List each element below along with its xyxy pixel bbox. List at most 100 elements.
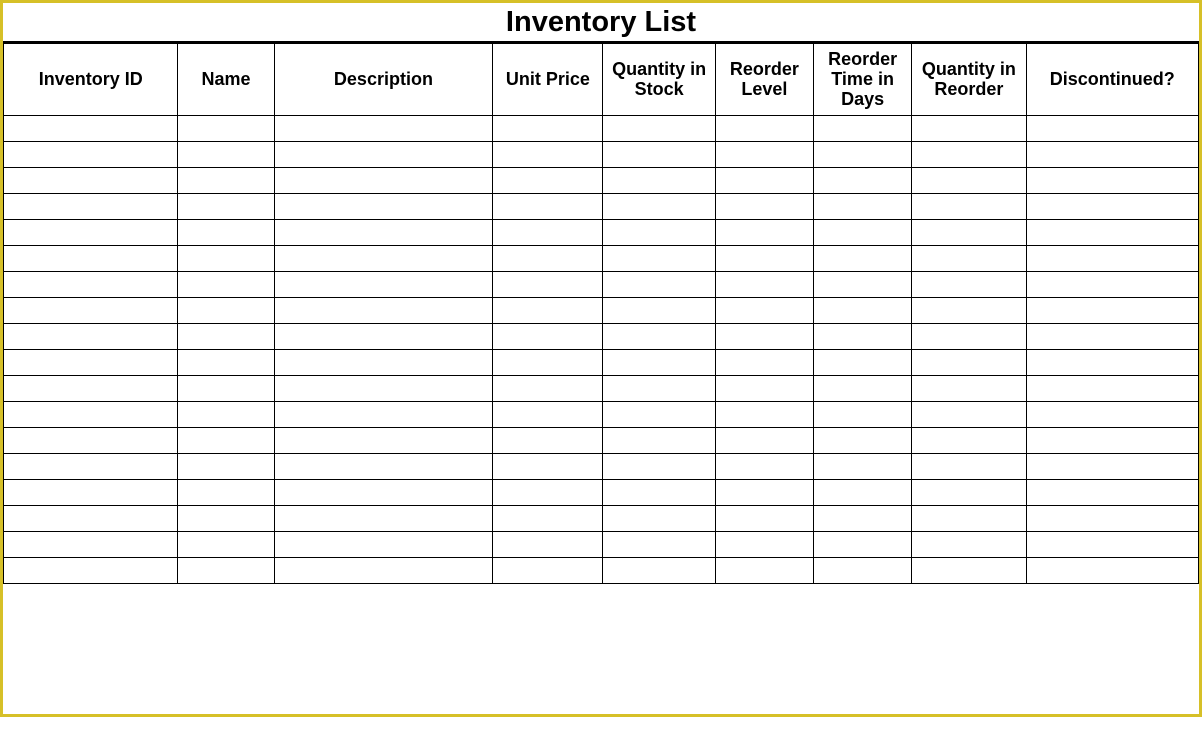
table-cell[interactable] bbox=[603, 616, 715, 648]
table-cell[interactable] bbox=[912, 220, 1026, 246]
table-cell[interactable] bbox=[493, 272, 603, 298]
table-cell[interactable] bbox=[178, 454, 274, 480]
table-cell[interactable] bbox=[178, 532, 274, 558]
table-cell[interactable] bbox=[178, 142, 274, 168]
table-cell[interactable] bbox=[274, 246, 493, 272]
table-cell[interactable] bbox=[715, 168, 813, 194]
table-cell[interactable] bbox=[178, 194, 274, 220]
table-cell[interactable] bbox=[178, 506, 274, 532]
table-cell[interactable] bbox=[1026, 272, 1198, 298]
table-cell[interactable] bbox=[178, 558, 274, 584]
table-cell[interactable] bbox=[493, 220, 603, 246]
table-cell[interactable] bbox=[178, 246, 274, 272]
table-cell[interactable] bbox=[912, 506, 1026, 532]
table-cell[interactable] bbox=[715, 142, 813, 168]
table-cell[interactable] bbox=[178, 220, 274, 246]
table-cell[interactable] bbox=[1026, 454, 1198, 480]
table-cell[interactable] bbox=[912, 116, 1026, 142]
table-cell[interactable] bbox=[912, 532, 1026, 558]
table-cell[interactable] bbox=[603, 558, 715, 584]
table-cell[interactable] bbox=[1026, 220, 1198, 246]
table-cell[interactable] bbox=[814, 616, 912, 648]
table-cell[interactable] bbox=[912, 454, 1026, 480]
table-cell[interactable] bbox=[912, 298, 1026, 324]
table-cell[interactable] bbox=[912, 168, 1026, 194]
table-cell[interactable] bbox=[4, 680, 178, 712]
table-cell[interactable] bbox=[715, 116, 813, 142]
table-cell[interactable] bbox=[274, 454, 493, 480]
table-cell[interactable] bbox=[4, 220, 178, 246]
table-cell[interactable] bbox=[1026, 616, 1198, 648]
table-cell[interactable] bbox=[4, 648, 178, 680]
table-cell[interactable] bbox=[493, 584, 603, 616]
table-cell[interactable] bbox=[715, 584, 813, 616]
table-cell[interactable] bbox=[274, 142, 493, 168]
table-cell[interactable] bbox=[1026, 194, 1198, 220]
table-cell[interactable] bbox=[715, 480, 813, 506]
table-cell[interactable] bbox=[274, 532, 493, 558]
table-cell[interactable] bbox=[178, 350, 274, 376]
table-cell[interactable] bbox=[715, 220, 813, 246]
table-cell[interactable] bbox=[603, 194, 715, 220]
table-cell[interactable] bbox=[603, 220, 715, 246]
table-cell[interactable] bbox=[603, 324, 715, 350]
table-cell[interactable] bbox=[4, 532, 178, 558]
table-cell[interactable] bbox=[178, 480, 274, 506]
table-cell[interactable] bbox=[4, 558, 178, 584]
table-cell[interactable] bbox=[814, 194, 912, 220]
table-cell[interactable] bbox=[814, 532, 912, 558]
table-cell[interactable] bbox=[814, 272, 912, 298]
table-cell[interactable] bbox=[715, 454, 813, 480]
table-cell[interactable] bbox=[493, 558, 603, 584]
table-cell[interactable] bbox=[814, 402, 912, 428]
table-cell[interactable] bbox=[1026, 168, 1198, 194]
table-cell[interactable] bbox=[715, 272, 813, 298]
table-cell[interactable] bbox=[1026, 480, 1198, 506]
table-cell[interactable] bbox=[493, 648, 603, 680]
table-cell[interactable] bbox=[274, 168, 493, 194]
table-cell[interactable] bbox=[178, 298, 274, 324]
table-cell[interactable] bbox=[493, 506, 603, 532]
table-cell[interactable] bbox=[912, 648, 1026, 680]
table-cell[interactable] bbox=[4, 298, 178, 324]
table-cell[interactable] bbox=[4, 272, 178, 298]
table-cell[interactable] bbox=[603, 272, 715, 298]
table-cell[interactable] bbox=[814, 648, 912, 680]
table-cell[interactable] bbox=[274, 324, 493, 350]
table-cell[interactable] bbox=[715, 376, 813, 402]
table-cell[interactable] bbox=[493, 616, 603, 648]
table-cell[interactable] bbox=[912, 142, 1026, 168]
table-cell[interactable] bbox=[1026, 142, 1198, 168]
table-cell[interactable] bbox=[912, 272, 1026, 298]
table-cell[interactable] bbox=[493, 376, 603, 402]
table-cell[interactable] bbox=[912, 428, 1026, 454]
table-cell[interactable] bbox=[715, 298, 813, 324]
table-cell[interactable] bbox=[4, 402, 178, 428]
table-cell[interactable] bbox=[603, 584, 715, 616]
table-cell[interactable] bbox=[274, 428, 493, 454]
table-cell[interactable] bbox=[912, 376, 1026, 402]
table-cell[interactable] bbox=[1026, 402, 1198, 428]
table-cell[interactable] bbox=[814, 246, 912, 272]
table-cell[interactable] bbox=[1026, 428, 1198, 454]
table-cell[interactable] bbox=[274, 272, 493, 298]
table-cell[interactable] bbox=[715, 402, 813, 428]
table-cell[interactable] bbox=[274, 402, 493, 428]
table-cell[interactable] bbox=[493, 350, 603, 376]
table-cell[interactable] bbox=[715, 558, 813, 584]
table-cell[interactable] bbox=[274, 376, 493, 402]
table-cell[interactable] bbox=[274, 558, 493, 584]
table-cell[interactable] bbox=[603, 480, 715, 506]
table-cell[interactable] bbox=[814, 428, 912, 454]
table-cell[interactable] bbox=[603, 454, 715, 480]
table-cell[interactable] bbox=[493, 168, 603, 194]
table-cell[interactable] bbox=[493, 428, 603, 454]
table-cell[interactable] bbox=[603, 648, 715, 680]
table-cell[interactable] bbox=[1026, 116, 1198, 142]
table-cell[interactable] bbox=[715, 616, 813, 648]
table-cell[interactable] bbox=[178, 272, 274, 298]
table-cell[interactable] bbox=[4, 616, 178, 648]
table-cell[interactable] bbox=[814, 376, 912, 402]
table-cell[interactable] bbox=[814, 168, 912, 194]
table-cell[interactable] bbox=[274, 350, 493, 376]
